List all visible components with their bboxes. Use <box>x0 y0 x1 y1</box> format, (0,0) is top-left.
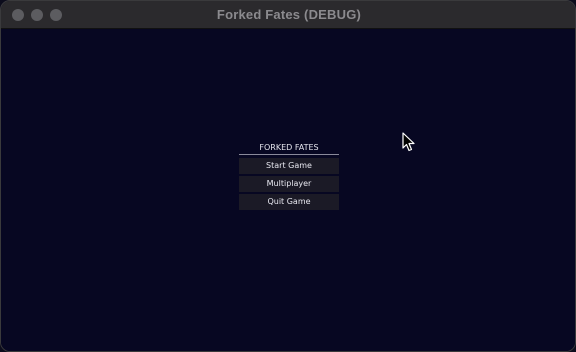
menu-title: FORKED FATES <box>239 141 339 155</box>
main-menu: FORKED FATES Start Game Multiplayer Quit… <box>239 141 339 212</box>
window-title: Forked Fates (DEBUG) <box>216 7 362 22</box>
quit-game-button[interactable]: Quit Game <box>239 194 339 210</box>
arrow-cursor-icon <box>402 132 415 152</box>
start-game-button[interactable]: Start Game <box>239 158 339 174</box>
game-canvas: FORKED FATES Start Game Multiplayer Quit… <box>1 29 575 351</box>
app-window: Forked Fates (DEBUG) FORKED FATES Start … <box>0 0 576 352</box>
multiplayer-button[interactable]: Multiplayer <box>239 176 339 192</box>
title-bar[interactable]: Forked Fates (DEBUG) <box>1 1 575 29</box>
